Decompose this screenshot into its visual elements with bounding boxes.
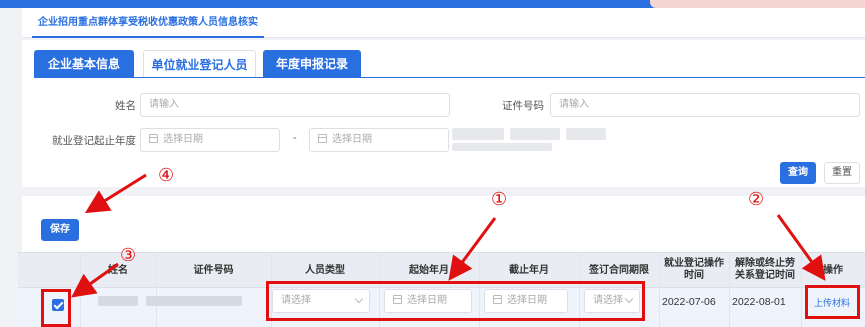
annotation-number-1: ① <box>491 189 508 210</box>
annotation-number-2: ② <box>748 189 765 210</box>
annotation-number-4: ④ <box>158 165 175 186</box>
arrow-3 <box>71 262 119 298</box>
annotation-number-3: ③ <box>120 245 137 266</box>
arrow-4 <box>84 173 147 214</box>
annotation-arrows <box>71 173 826 298</box>
arrow-2 <box>776 214 826 281</box>
arrow-1 <box>448 217 497 281</box>
